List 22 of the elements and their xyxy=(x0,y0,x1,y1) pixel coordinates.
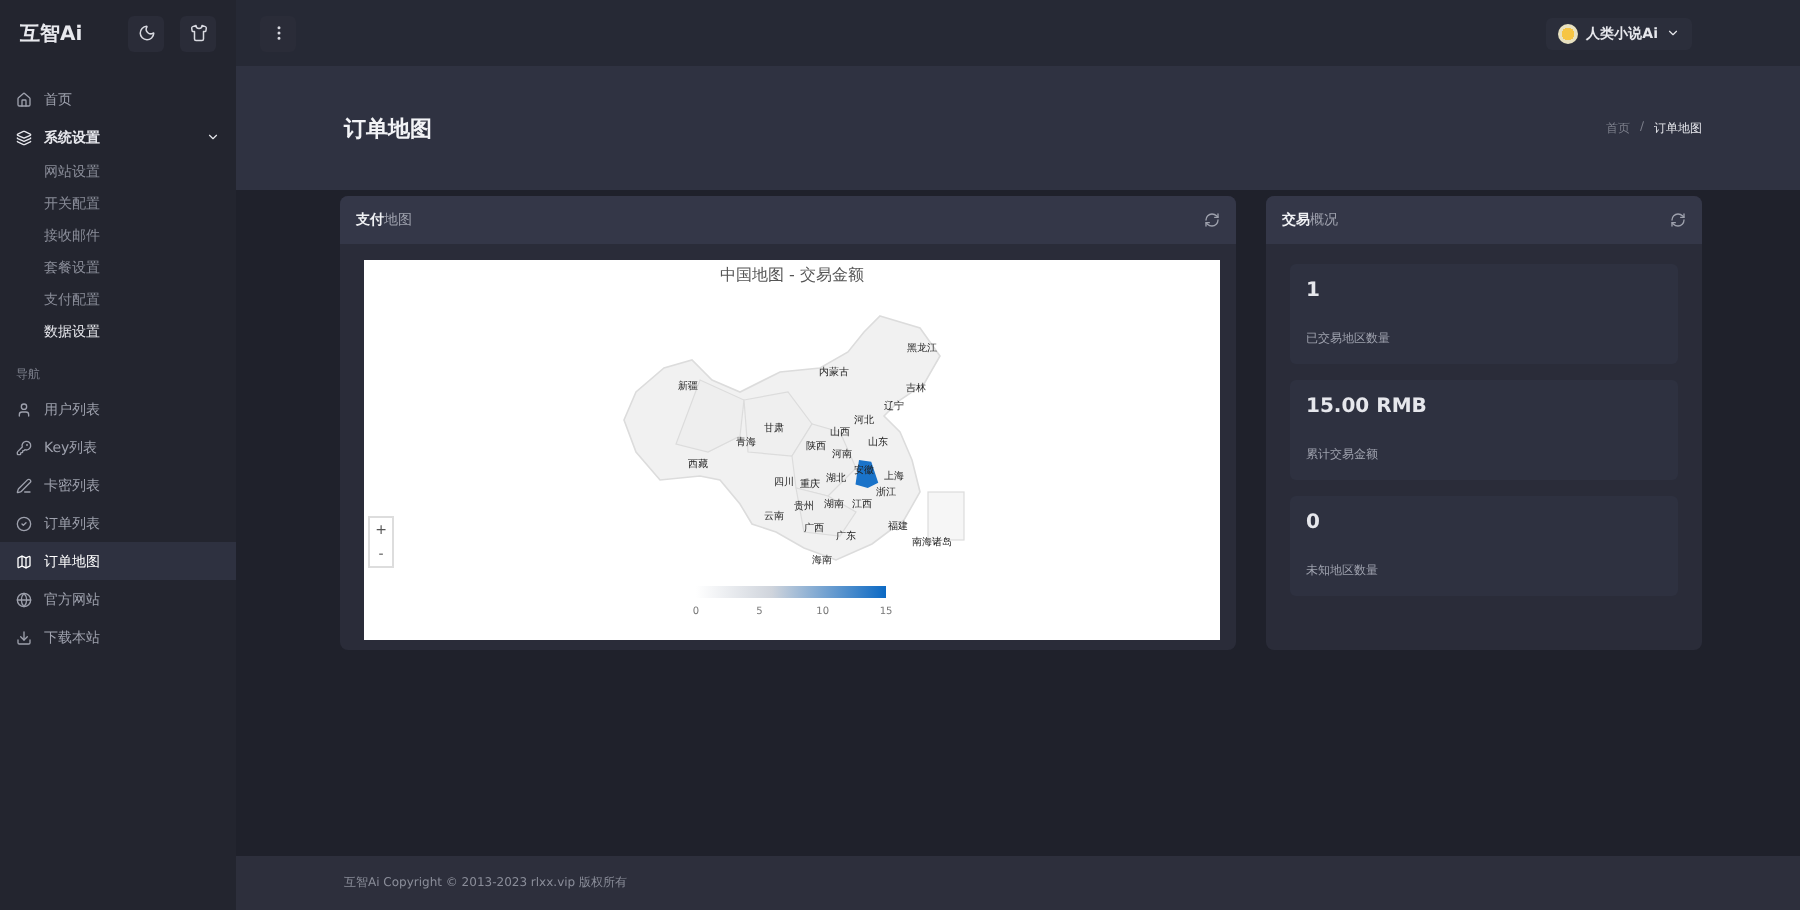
check-circle-icon xyxy=(16,515,32,531)
stat-value: 0 xyxy=(1306,512,1322,534)
home-icon xyxy=(16,91,32,107)
page-title: 订单地图 xyxy=(344,113,432,143)
pen-icon xyxy=(16,477,32,493)
refresh-icon[interactable] xyxy=(1670,212,1686,228)
chevron-icon xyxy=(206,130,220,144)
user-icon xyxy=(16,401,32,417)
download-icon xyxy=(16,629,32,645)
stat-value: 15.00 RMB xyxy=(1306,396,1429,418)
refresh-icon[interactable] xyxy=(1204,212,1220,228)
stat-value: 1 xyxy=(1306,280,1322,302)
app-logo: 互智Ai xyxy=(20,21,85,47)
chevron-icon xyxy=(1666,26,1680,40)
map-icon xyxy=(16,553,32,569)
shirt-icon[interactable] xyxy=(180,15,216,51)
moon-icon[interactable] xyxy=(128,15,164,51)
map-title: 中国地图 - 交易金额 xyxy=(718,264,866,286)
key-icon xyxy=(16,439,32,455)
layers-icon xyxy=(16,129,32,145)
globe-icon xyxy=(16,591,32,607)
avatar-icon xyxy=(1558,23,1579,43)
